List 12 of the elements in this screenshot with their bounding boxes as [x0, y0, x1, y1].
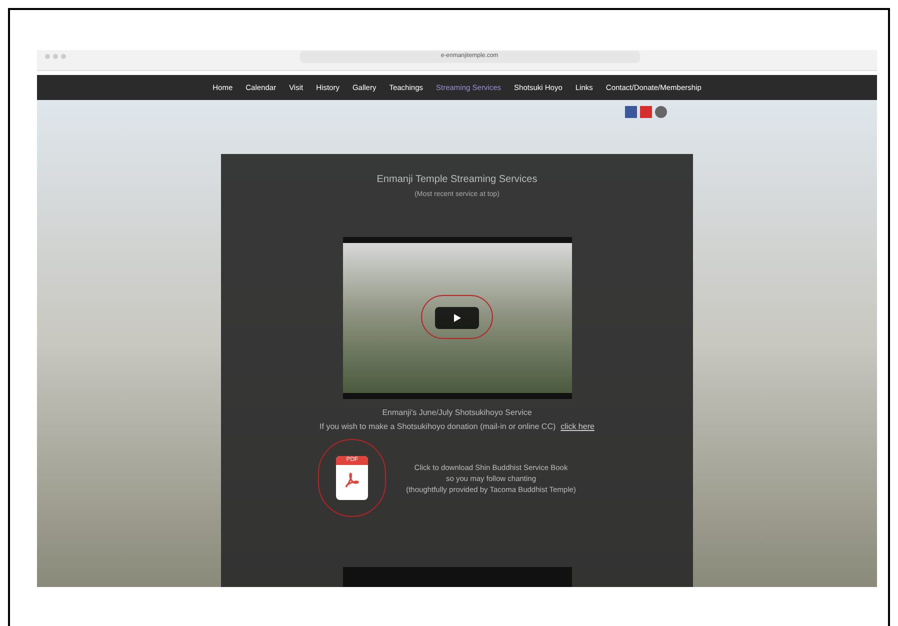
donation-text: If you wish to make a Shotsukihoyo donation (mail-in or online CC): [320, 421, 556, 433]
video-caption: Enmanji's June/July Shotsukihoyo Service: [382, 407, 532, 419]
play-icon: [453, 314, 461, 322]
donation-link[interactable]: click here: [560, 421, 594, 433]
play-button[interactable]: [435, 307, 479, 329]
panel-title: Enmanji Temple Streaming Services: [376, 172, 538, 186]
window-dots-icon[interactable]: [45, 54, 66, 60]
acrobat-icon: [343, 471, 362, 489]
facebook-icon[interactable]: [625, 106, 637, 118]
video-thumbnail[interactable]: [342, 237, 572, 399]
video-icon[interactable]: [640, 106, 652, 118]
video-thumbnail[interactable]: [342, 567, 572, 587]
